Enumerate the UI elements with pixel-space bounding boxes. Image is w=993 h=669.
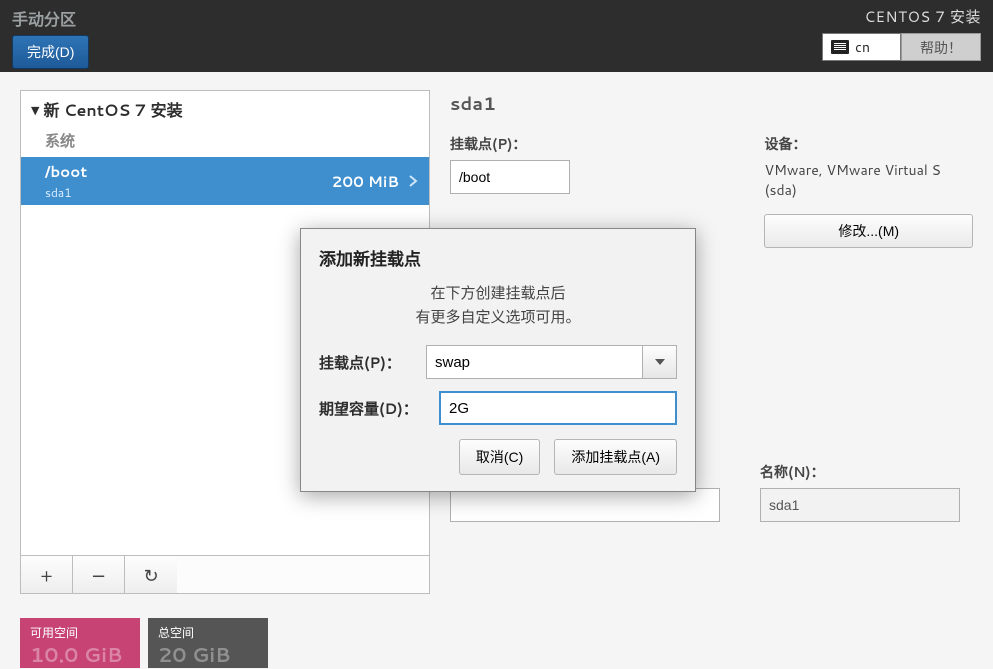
dialog-add-button[interactable]: 添加挂载点(A) xyxy=(554,439,677,475)
dialog-message: 在下方创建挂载点后 有更多自定义选项可用。 xyxy=(319,281,677,329)
dialog-title: 添加新挂载点 xyxy=(319,245,677,271)
dialog-mount-input[interactable] xyxy=(427,346,642,378)
dialog-mount-combo[interactable] xyxy=(426,345,677,379)
dialog-mount-dropdown-button[interactable] xyxy=(642,346,676,378)
add-mountpoint-dialog: 添加新挂载点 在下方创建挂载点后 有更多自定义选项可用。 挂载点(P)： 期望容… xyxy=(300,228,696,492)
dialog-size-input[interactable] xyxy=(439,391,677,425)
dialog-size-label: 期望容量(D)： xyxy=(319,398,429,419)
chevron-down-icon xyxy=(655,359,665,365)
dialog-cancel-button[interactable]: 取消(C) xyxy=(459,439,540,475)
dialog-backdrop: 添加新挂载点 在下方创建挂载点后 有更多自定义选项可用。 挂载点(P)： 期望容… xyxy=(0,0,993,668)
dialog-mount-label: 挂载点(P)： xyxy=(319,352,416,373)
